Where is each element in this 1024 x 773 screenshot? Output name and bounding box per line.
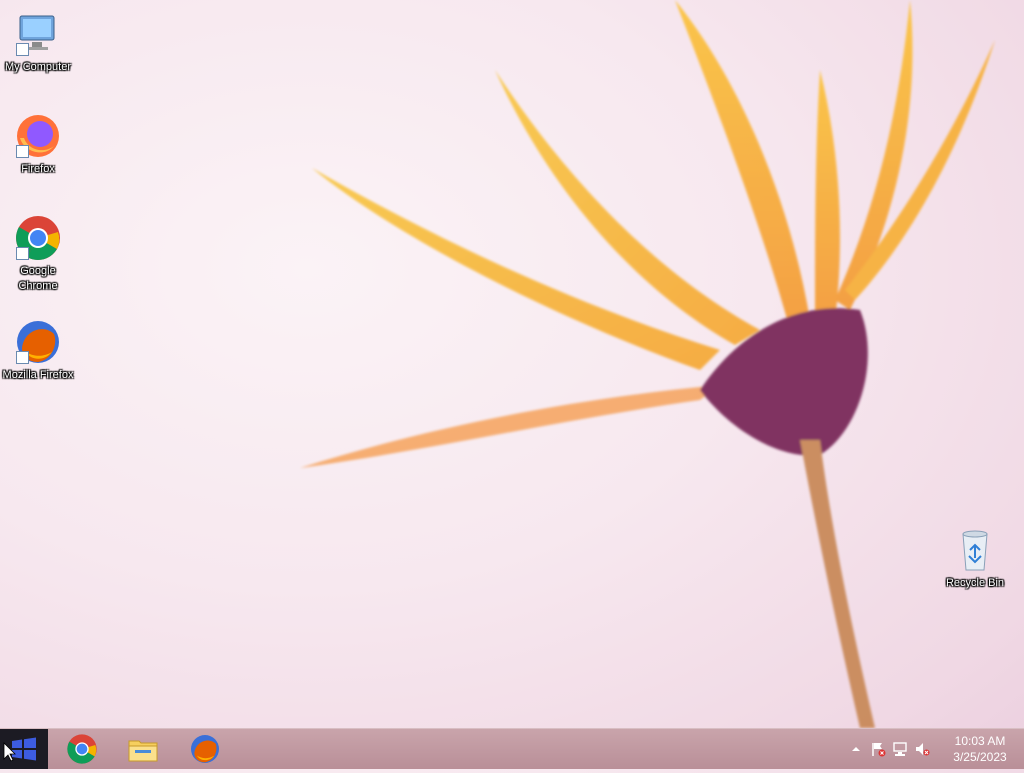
windows-logo-icon xyxy=(3,737,36,762)
chrome-icon xyxy=(67,734,97,764)
system-tray: 10:03 AM 3/25/2023 xyxy=(844,729,1024,769)
show-hidden-icons-arrow[interactable] xyxy=(848,741,864,757)
shortcut-arrow-icon xyxy=(16,145,29,158)
firefox-icon xyxy=(14,318,62,366)
shortcut-arrow-icon xyxy=(16,43,29,56)
action-center-flag-icon[interactable] xyxy=(870,741,886,757)
shortcut-arrow-icon xyxy=(16,247,29,260)
clock-time: 10:03 AM xyxy=(954,734,1006,748)
desktop-icon-google-chrome[interactable]: Google Chrome xyxy=(0,214,76,294)
shortcut-arrow-icon xyxy=(16,351,29,364)
desktop-icon-label: Recycle Bin xyxy=(945,577,1005,589)
volume-muted-icon[interactable] xyxy=(914,741,930,757)
desktop-icon-mozilla-firefox[interactable]: Mozilla Firefox xyxy=(0,318,76,383)
recycle-bin-icon xyxy=(951,526,999,574)
computer-icon xyxy=(14,10,62,58)
desktop-icon-recycle-bin[interactable]: Recycle Bin xyxy=(937,526,1013,591)
chrome-icon xyxy=(14,214,62,262)
desktop-icon-firefox[interactable]: Firefox xyxy=(0,112,76,177)
taskbar: 10:03 AM 3/25/2023 xyxy=(0,728,1024,769)
taskbar-app-file-explorer[interactable] xyxy=(115,729,171,769)
desktop-icon-label: My Computer xyxy=(4,61,72,73)
desktop-icon-my-computer[interactable]: My Computer xyxy=(0,10,76,75)
desktop-icon-label: Firefox xyxy=(21,163,55,175)
folder-icon xyxy=(128,740,158,762)
start-button[interactable] xyxy=(0,729,48,769)
clock-date: 3/25/2023 xyxy=(953,750,1007,764)
desktop-icon-label: Mozilla Firefox xyxy=(2,369,74,381)
taskbar-app-firefox[interactable] xyxy=(177,729,233,769)
network-icon[interactable] xyxy=(892,741,908,757)
firefox-icon xyxy=(191,735,219,763)
clock[interactable]: 10:03 AM 3/25/2023 xyxy=(944,733,1016,765)
taskbar-app-chrome[interactable] xyxy=(54,729,110,769)
desktop-wallpaper xyxy=(300,0,995,728)
desktop-icon-label: Google Chrome xyxy=(18,265,58,292)
firefox-icon xyxy=(14,112,62,160)
